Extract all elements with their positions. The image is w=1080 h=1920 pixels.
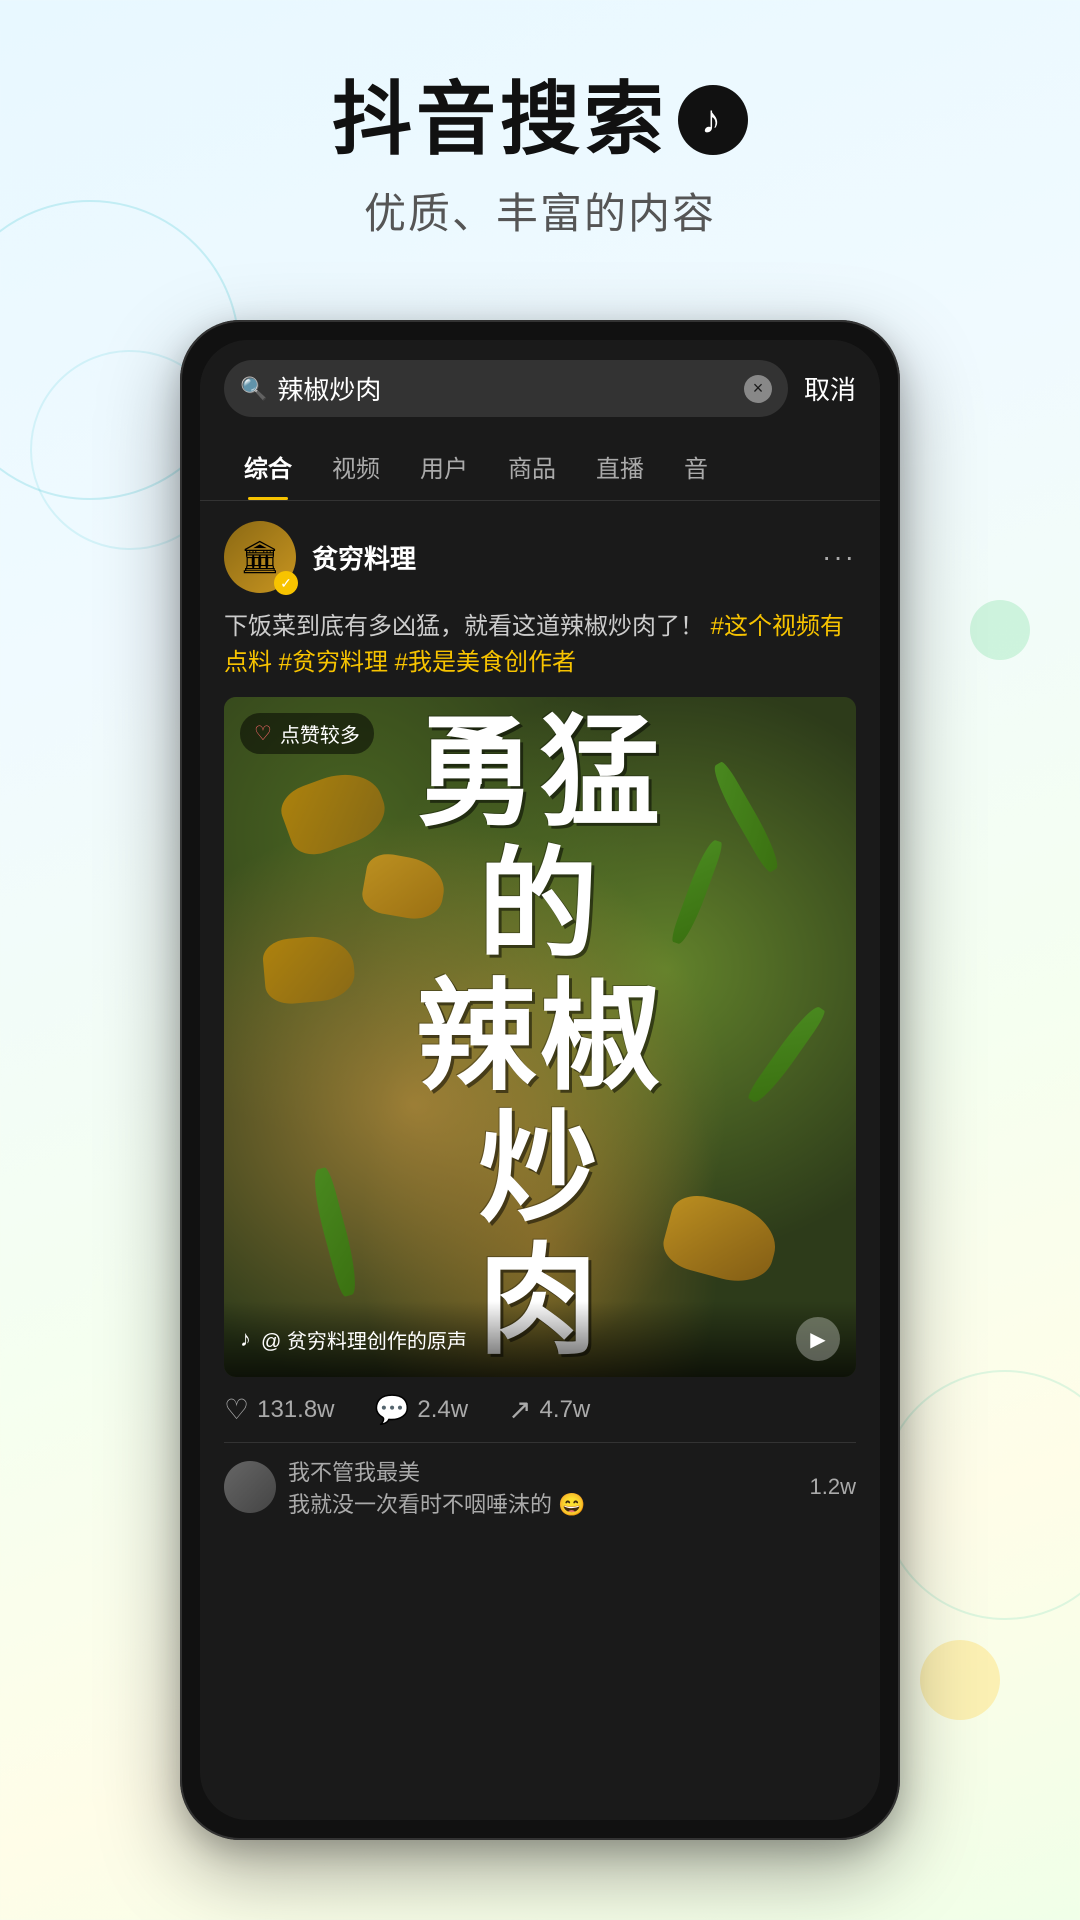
tab-直播[interactable]: 直播 bbox=[576, 433, 664, 500]
video-text-overlay: 勇猛的辣椒炒肉 bbox=[224, 697, 856, 1377]
app-title: 抖音搜索 bbox=[0, 80, 1080, 160]
tab-综合[interactable]: 综合 bbox=[224, 433, 312, 500]
shares-value: 4.7w bbox=[540, 1396, 591, 1424]
tab-用户[interactable]: 用户 bbox=[400, 433, 488, 500]
comment-icon: 💬 bbox=[375, 1393, 410, 1426]
comment-preview: 我不管我最美 我就没一次看时不咽唾沫的 😄 1.2w bbox=[224, 1442, 856, 1519]
content-area: 🏛 ✓ 贫穷料理 ··· 下饭菜到底有多凶猛，就看这道辣椒炒肉了！ #这个视频有… bbox=[200, 501, 880, 1539]
comment-count: 1.2w bbox=[810, 1474, 856, 1500]
shares-count[interactable]: ↗ 4.7w bbox=[508, 1393, 590, 1426]
tiktok-logo-icon bbox=[678, 85, 748, 155]
video-thumbnail[interactable]: ♡ 点赞较多 勇猛的辣椒炒肉 ♪ @ 贫穷料理创作的原声 bbox=[224, 697, 856, 1377]
video-overlay-text: 勇猛的辣椒炒肉 bbox=[416, 707, 664, 1367]
comment-content: 我不管我最美 我就没一次看时不咽唾沫的 😄 bbox=[288, 1455, 798, 1519]
post-text: 下饭菜到底有多凶猛，就看这道辣椒炒肉了！ #这个视频有点料 #贫穷料理 #我是美… bbox=[224, 609, 856, 681]
search-icon: 🔍 bbox=[240, 376, 267, 402]
app-title-text: 抖音搜索 bbox=[332, 80, 668, 160]
search-clear-button[interactable]: × bbox=[744, 375, 772, 403]
phone-screen: 🔍 辣椒炒肉 × 取消 综合 视频 用户 商品 bbox=[200, 340, 880, 1820]
user-name[interactable]: 贫穷料理 bbox=[312, 539, 416, 576]
avatar: 🏛 ✓ bbox=[224, 521, 296, 593]
share-icon: ↗ bbox=[508, 1393, 531, 1426]
avatar-emoji: 🏛 bbox=[240, 538, 281, 576]
post-main-text: 下饭菜到底有多凶猛，就看这道辣椒炒肉了！ bbox=[224, 613, 704, 640]
likes-count[interactable]: ♡ 131.8w bbox=[224, 1393, 335, 1426]
bg-decoration-dot-green bbox=[970, 600, 1030, 660]
tabs-row: 综合 视频 用户 商品 直播 音 bbox=[200, 433, 880, 501]
search-query: 辣椒炒肉 bbox=[277, 370, 734, 407]
comments-count[interactable]: 💬 2.4w bbox=[375, 1393, 469, 1426]
bg-decoration-circle-3 bbox=[880, 1370, 1080, 1620]
user-row: 🏛 ✓ 贫穷料理 ··· bbox=[224, 521, 856, 593]
bg-decoration-dot-yellow bbox=[920, 1640, 1000, 1720]
app-header: 抖音搜索 优质、丰富的内容 bbox=[0, 0, 1080, 281]
heart-icon: ♡ bbox=[224, 1393, 249, 1426]
app-subtitle: 优质、丰富的内容 bbox=[0, 180, 1080, 241]
search-input-wrap[interactable]: 🔍 辣椒炒肉 × bbox=[224, 360, 788, 417]
phone-mockup: 🔍 辣椒炒肉 × 取消 综合 视频 用户 商品 bbox=[180, 320, 900, 1840]
tab-音[interactable]: 音 bbox=[664, 433, 728, 500]
comment-avatar bbox=[224, 1461, 276, 1513]
comments-value: 2.4w bbox=[417, 1396, 468, 1424]
phone-frame: 🔍 辣椒炒肉 × 取消 综合 视频 用户 商品 bbox=[180, 320, 900, 1840]
tiktok-mini-icon: ♪ bbox=[240, 1326, 251, 1352]
play-icon: ▶ bbox=[810, 1327, 825, 1352]
engagement-row: ♡ 131.8w 💬 2.4w ↗ 4.7w bbox=[224, 1377, 856, 1442]
comment-body: 我就没一次看时不咽唾沫的 😄 bbox=[288, 1492, 586, 1517]
tab-视频[interactable]: 视频 bbox=[312, 433, 400, 500]
sound-label: @ 贫穷料理创作的原声 bbox=[261, 1325, 786, 1354]
comment-username: 我不管我最美 bbox=[288, 1460, 420, 1485]
verified-badge: ✓ bbox=[274, 571, 298, 595]
likes-value: 131.8w bbox=[257, 1396, 334, 1424]
search-bar-area: 🔍 辣椒炒肉 × 取消 bbox=[200, 340, 880, 433]
video-bottom-bar: ♪ @ 贫穷料理创作的原声 ▶ bbox=[224, 1301, 856, 1377]
play-button[interactable]: ▶ bbox=[796, 1317, 840, 1361]
more-options-button[interactable]: ··· bbox=[822, 541, 856, 573]
tab-商品[interactable]: 商品 bbox=[488, 433, 576, 500]
cancel-button[interactable]: 取消 bbox=[804, 370, 856, 407]
